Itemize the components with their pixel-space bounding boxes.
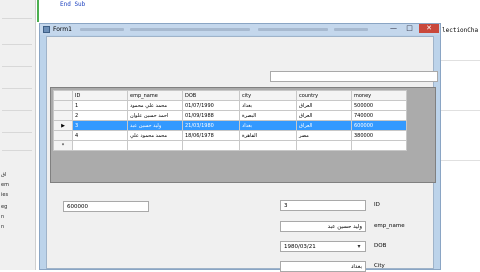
cell-money[interactable]: 380000: [351, 130, 407, 141]
cell-money[interactable]: 740000: [351, 110, 407, 121]
cell-city[interactable]: البصرة: [239, 110, 297, 121]
cell-empty[interactable]: [182, 140, 240, 151]
row-header[interactable]: [53, 110, 73, 121]
new-row[interactable]: *: [53, 140, 407, 151]
blurred-title-text: [130, 28, 250, 31]
form-icon: [43, 26, 50, 33]
side-item[interactable]: eg: [1, 204, 7, 210]
code-line: End Sub: [60, 1, 86, 8]
id-field[interactable]: 3: [280, 200, 366, 211]
cell-id[interactable]: 2: [72, 110, 128, 121]
cell-dob[interactable]: 01/09/1988: [182, 110, 240, 121]
cell-country[interactable]: العراق: [296, 100, 352, 111]
side-item[interactable]: n: [1, 224, 4, 230]
cell-money[interactable]: 500000: [351, 100, 407, 111]
cell-emp-name[interactable]: احمد حسين علوان: [127, 110, 183, 121]
cell-dob[interactable]: 18/06/1978: [182, 130, 240, 141]
cell-dob[interactable]: 21/03/1980: [182, 120, 240, 131]
id-label: ID: [374, 202, 380, 208]
blurred-title-text: [334, 28, 368, 31]
blurred-title-text: [80, 28, 124, 31]
cell-id[interactable]: 1: [72, 100, 128, 111]
cell-country[interactable]: مصر: [296, 130, 352, 141]
cell-country[interactable]: العراق: [296, 110, 352, 121]
change-indicator: [37, 0, 39, 22]
cell-country[interactable]: العراق: [296, 120, 352, 131]
search-input[interactable]: [270, 71, 438, 82]
row-header[interactable]: [53, 100, 73, 111]
table-row[interactable]: 1 محمد علي محمود 01/07/1990 بغداد العراق…: [53, 100, 407, 111]
side-item[interactable]: em: [1, 182, 9, 188]
emp-name-field[interactable]: وليد حسين عبد: [280, 221, 366, 232]
table-row[interactable]: 4 محمد محمود علي 18/06/1978 القاهرة مصر …: [53, 130, 407, 141]
form1-window: Form1 — □ ✕ ID emp_name DOB city country…: [39, 23, 441, 272]
dob-value: 1980/03/21: [284, 244, 316, 250]
cell-money[interactable]: 600000: [351, 120, 407, 131]
row-header[interactable]: ▶: [53, 120, 73, 131]
cell-empty[interactable]: [351, 140, 407, 151]
dob-label: DOB: [374, 243, 387, 249]
side-item[interactable]: ies: [1, 192, 8, 198]
cell-emp-name[interactable]: محمد علي محمود: [127, 100, 183, 111]
emp-name-label: emp_name: [374, 223, 405, 229]
cell-empty[interactable]: [72, 140, 128, 151]
form-client-area: ID emp_name DOB city country money 1 محم…: [46, 36, 438, 272]
column-header-dob[interactable]: DOB: [182, 90, 240, 101]
new-row-marker[interactable]: *: [53, 140, 73, 151]
employees-datagridview[interactable]: ID emp_name DOB city country money 1 محم…: [50, 87, 436, 183]
cell-city[interactable]: بغداد: [239, 100, 297, 111]
cell-id[interactable]: 3: [72, 120, 128, 131]
row-header[interactable]: [53, 130, 73, 141]
grid-header-row: ID emp_name DOB city country money: [53, 90, 407, 101]
cell-emp-name[interactable]: محمد محمود علي: [127, 130, 183, 141]
cell-empty[interactable]: [239, 140, 297, 151]
grid-table: ID emp_name DOB city country money 1 محم…: [53, 90, 407, 151]
side-item[interactable]: اق: [1, 172, 6, 178]
cell-empty[interactable]: [296, 140, 352, 151]
close-button[interactable]: ✕: [419, 24, 439, 33]
column-header-country[interactable]: country: [296, 90, 352, 101]
solution-explorer-panel: اق em ies eg n n: [0, 0, 36, 270]
title-bar[interactable]: Form1 — □ ✕: [40, 24, 440, 35]
window-title: Form1: [53, 26, 72, 33]
minimize-button[interactable]: —: [386, 24, 401, 33]
city-label: City: [374, 263, 385, 269]
money-field[interactable]: 600000: [63, 201, 149, 212]
table-row[interactable]: 2 احمد حسين علوان 01/09/1988 البصرة العر…: [53, 110, 407, 121]
row-header-corner: [53, 90, 73, 101]
table-row-selected[interactable]: ▶ 3 وليد حسين عبد 21/03/1980 بغداد العرا…: [53, 120, 407, 131]
column-header-city[interactable]: city: [239, 90, 297, 101]
city-field[interactable]: بغداد: [280, 261, 366, 272]
cell-empty[interactable]: [127, 140, 183, 151]
cell-id[interactable]: 4: [72, 130, 128, 141]
code-fragment: lectionCha: [442, 27, 479, 34]
column-header-id[interactable]: ID: [72, 90, 128, 101]
column-header-emp-name[interactable]: emp_name: [127, 90, 183, 101]
calendar-dropdown-icon[interactable]: ▾: [353, 242, 365, 251]
cell-city[interactable]: القاهرة: [239, 130, 297, 141]
cell-emp-name[interactable]: وليد حسين عبد: [127, 120, 183, 131]
cell-city[interactable]: بغداد: [239, 120, 297, 131]
column-header-money[interactable]: money: [351, 90, 407, 101]
maximize-button[interactable]: □: [402, 24, 417, 33]
side-item[interactable]: n: [1, 214, 4, 220]
blurred-title-text: [258, 28, 328, 31]
cell-dob[interactable]: 01/07/1990: [182, 100, 240, 111]
dob-datepicker[interactable]: 1980/03/21 ▾: [280, 241, 366, 252]
